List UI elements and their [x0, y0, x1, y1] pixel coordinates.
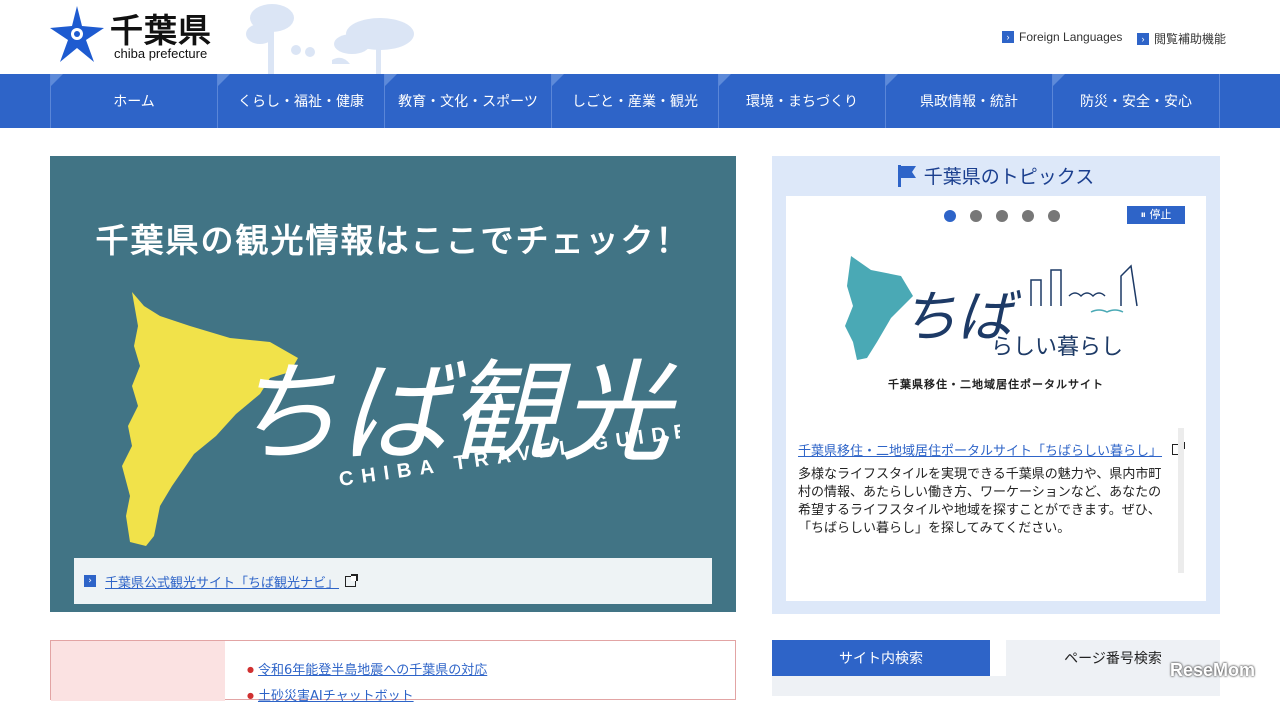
nav-item-label: 県政情報・統計 — [920, 94, 1018, 110]
watermark: ReseMom — [1170, 660, 1256, 680]
pause-icon: ⏸ — [1140, 208, 1147, 221]
chevron-right-icon: › — [1002, 31, 1014, 43]
tab-site-search-label: サイト内検索 — [839, 651, 923, 667]
chibarashii-kurashi-image[interactable]: ちば らしい暮らし — [841, 246, 1161, 396]
notice-label-area — [51, 641, 225, 701]
chiba-travel-guide-logo: ちば観光ナビ CHIBA TRAVEL GUIDE — [122, 292, 680, 546]
nav-item-environment[interactable]: 環境・まちづくり — [718, 74, 885, 128]
topic-link-label: 千葉県移住・二地域居住ポータルサイト「ちばらしい暮らし」 — [798, 444, 1163, 459]
nav-item-government[interactable]: 県政情報・統計 — [885, 74, 1052, 128]
chevron-right-icon: › — [84, 575, 96, 587]
accessibility-link[interactable]: › 閲覧補助機能 — [1137, 30, 1226, 47]
tourism-banner[interactable]: 千葉県の観光情報はここでチェック！ ちば観光ナビ CHIBA TRAVEL GU… — [50, 156, 736, 612]
nav-item-label: ホーム — [113, 94, 155, 110]
carousel-dot-3[interactable] — [996, 210, 1008, 222]
site-header: 千葉県 chiba prefecture › Foreign Languages… — [0, 0, 1280, 74]
carousel-dot-4[interactable] — [1022, 210, 1034, 222]
site-subtitle: chiba prefecture — [114, 46, 208, 61]
topic-image-caption: 千葉県移住・二地域居住ポータルサイト — [888, 378, 1104, 391]
topics-panel: 千葉県のトピックス ⏸ 停止 ちば らしい暮らし 千葉県移住・二地域居住ポータル… — [772, 156, 1220, 614]
emergency-notice-box: 令和6年能登半島地震への千葉県の対応 土砂災害AIチャットボット — [50, 640, 736, 704]
nav-item-work[interactable]: しごと・産業・観光 — [551, 74, 718, 128]
nav-item-home[interactable]: ホーム — [50, 74, 217, 128]
accessibility-label: 閲覧補助機能 — [1154, 32, 1227, 46]
pause-label: 停止 — [1149, 208, 1172, 221]
foreign-languages-label: Foreign Languages — [1019, 30, 1123, 44]
tourism-site-link[interactable]: › 千葉県公式観光サイト「ちば観光ナビ」 — [74, 558, 712, 604]
foreign-languages-link[interactable]: › Foreign Languages — [1002, 30, 1122, 44]
nav-item-label: くらし・福祉・健康 — [238, 94, 364, 110]
chiba-star-emblem-icon — [50, 6, 104, 62]
tourism-link-label: 千葉県公式観光サイト「ちば観光ナビ」 — [105, 575, 340, 591]
svg-text:らしい暮らし: らしい暮らし — [991, 335, 1123, 360]
search-area — [772, 676, 1220, 696]
topics-title: 千葉県のトピックス — [923, 166, 1095, 188]
topics-carousel: ⏸ 停止 ちば らしい暮らし 千葉県移住・二地域居住ポータルサイト 千葉県移住・… — [786, 196, 1206, 601]
global-nav: ホーム くらし・福祉・健康 教育・文化・スポーツ しごと・産業・観光 環境・まち… — [0, 74, 1280, 128]
tab-site-search[interactable]: サイト内検索 — [772, 640, 990, 676]
carousel-dot-2[interactable] — [970, 210, 982, 222]
carousel-dot-5[interactable] — [1048, 210, 1060, 222]
nav-item-safety[interactable]: 防災・安全・安心 — [1052, 74, 1220, 128]
external-link-icon — [345, 573, 359, 587]
tab-page-number-label: ページ番号検索 — [1064, 651, 1162, 667]
flag-icon — [897, 164, 916, 187]
chevron-right-icon: › — [1137, 32, 1149, 45]
topics-heading: 千葉県のトピックス — [772, 162, 1220, 189]
notice-link-noto-earthquake[interactable]: 令和6年能登半島地震への千葉県の対応 — [247, 659, 487, 678]
topic-link[interactable]: 千葉県移住・二地域居住ポータルサイト「ちばらしい暮らし」 — [798, 440, 1186, 459]
nav-item-label: 防災・安全・安心 — [1080, 94, 1192, 110]
carousel-dots — [944, 210, 1060, 222]
topic-scrollbar[interactable] — [1178, 428, 1184, 573]
carousel-dot-1[interactable] — [944, 210, 956, 222]
banner-headline: 千葉県の観光情報はここでチェック！ — [95, 221, 691, 260]
notice-link-landslide-chatbot[interactable]: 土砂災害AIチャットボット — [247, 685, 414, 704]
nav-item-label: しごと・産業・観光 — [572, 94, 698, 110]
nav-item-label: 環境・まちづくり — [746, 94, 858, 110]
nav-item-education[interactable]: 教育・文化・スポーツ — [384, 74, 551, 128]
nav-item-label: 教育・文化・スポーツ — [398, 94, 538, 110]
site-title: 千葉県 — [110, 11, 212, 50]
topic-description: 多様なライフスタイルを実現できる千葉県の魅力や、県内市町村の情報、あたらしい働き… — [798, 467, 1162, 536]
carousel-pause-button[interactable]: ⏸ 停止 — [1127, 206, 1185, 224]
site-logo[interactable]: 千葉県 chiba prefecture — [50, 6, 230, 66]
trees-illustration — [246, 4, 414, 74]
nav-item-living[interactable]: くらし・福祉・健康 — [217, 74, 384, 128]
